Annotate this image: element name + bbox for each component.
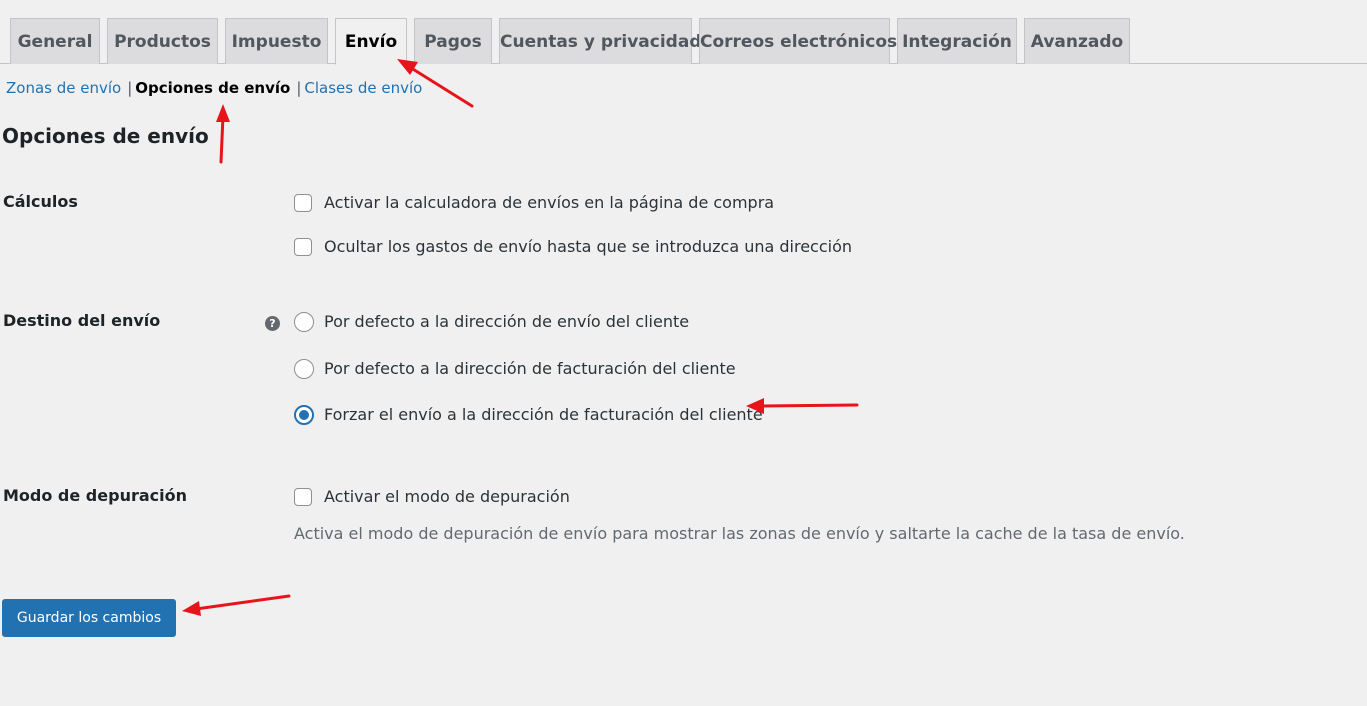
page-title: Opciones de envío (2, 124, 209, 148)
destination-label: Destino del envío (3, 311, 161, 330)
settings-tab-bar: General Productos Impuesto Envío Pagos C… (0, 0, 1367, 65)
option-ship-to-shipping-address[interactable]: Por defecto a la dirección de envío del … (294, 311, 689, 333)
subnav-clases-envio[interactable]: Clases de envío (304, 79, 422, 97)
subnav-opciones-envio[interactable]: Opciones de envío (135, 79, 290, 97)
debug-mode-label: Modo de depuración (3, 486, 187, 505)
option-ship-to-billing-address[interactable]: Por defecto a la dirección de facturació… (294, 358, 736, 380)
tab-correos-electronicos[interactable]: Correos electrónicos (699, 18, 897, 64)
tab-cuentas-privacidad[interactable]: Cuentas y privacidad (499, 18, 702, 64)
hide-costs-checkbox[interactable] (294, 238, 312, 256)
ship-to-billing-address-radio[interactable] (294, 359, 314, 379)
option-label: Activar la calculadora de envíos en la p… (324, 193, 775, 212)
subnav-separator: | (296, 79, 302, 97)
annotation-arrow-icon (216, 104, 230, 164)
calculations-label: Cálculos (3, 192, 78, 211)
tab-productos[interactable]: Productos (107, 18, 218, 64)
subnav-zonas-envio[interactable]: Zonas de envío (6, 79, 121, 97)
option-label: Por defecto a la dirección de facturació… (324, 359, 736, 378)
ship-to-shipping-address-radio[interactable] (294, 312, 314, 332)
save-changes-button[interactable]: Guardar los cambios (2, 599, 176, 637)
option-label: Activar el modo de depuración (324, 487, 570, 506)
debug-mode-checkbox[interactable] (294, 488, 312, 506)
enable-calculator-checkbox[interactable] (294, 194, 312, 212)
tab-impuesto[interactable]: Impuesto (225, 18, 328, 64)
tab-pagos[interactable]: Pagos (414, 18, 492, 64)
option-hide-costs[interactable]: Ocultar los gastos de envío hasta que se… (294, 236, 852, 258)
tab-general[interactable]: General (10, 18, 100, 64)
force-billing-address-radio[interactable] (294, 405, 314, 425)
tab-integracion[interactable]: Integración (897, 18, 1017, 64)
option-enable-calculator[interactable]: Activar la calculadora de envíos en la p… (294, 192, 774, 214)
question-circle-icon[interactable]: ? (265, 316, 280, 331)
debug-mode-description: Activa el modo de depuración de envío pa… (294, 524, 1185, 543)
option-debug-mode[interactable]: Activar el modo de depuración (294, 486, 570, 508)
tab-envio[interactable]: Envío (335, 18, 407, 65)
tab-avanzado[interactable]: Avanzado (1024, 18, 1130, 64)
option-force-billing-address[interactable]: Forzar el envío a la dirección de factur… (294, 404, 763, 426)
option-label: Por defecto a la dirección de envío del … (324, 312, 690, 331)
option-label: Ocultar los gastos de envío hasta que se… (324, 237, 853, 256)
shipping-subnav: Zonas de envío | Opciones de envío | Clases … (6, 77, 422, 99)
annotation-arrows (182, 59, 859, 616)
annotation-arrow-icon (182, 594, 291, 616)
subnav-separator: | (127, 79, 133, 97)
option-label: Forzar el envío a la dirección de factur… (324, 405, 763, 424)
